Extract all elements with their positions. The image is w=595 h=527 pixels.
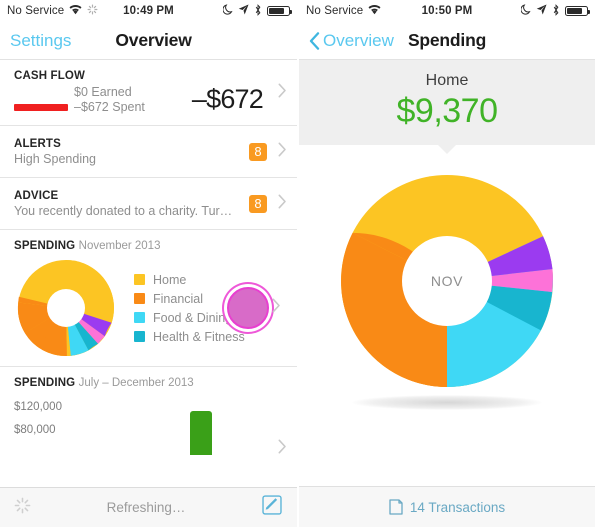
earned-label: $0 Earned [74, 85, 132, 99]
y-tick-120k: $120,000 [14, 401, 62, 413]
cash-flow-earned-line: $0 Earned [14, 85, 192, 100]
battery-icon [565, 6, 590, 16]
legend-swatch-home [134, 274, 145, 285]
overview-screen: No Service 10:49 PM Settings Overview CA… [0, 0, 297, 527]
spending-bars-title: SPENDING [14, 377, 76, 389]
spending-donut-body: Home Financial Food & Dining Health & Fi… [14, 258, 283, 358]
wifi-icon [368, 4, 381, 18]
spending-screen: No Service 10:50 PM Overview Spending Ho… [298, 0, 595, 527]
status-bar-right-group [520, 3, 590, 19]
battery-icon [267, 6, 292, 16]
cash-flow-spent-line: –$672 Spent [14, 100, 192, 115]
moon-icon [222, 4, 233, 18]
spending-pie-area: NOV [299, 145, 595, 445]
selected-category-button[interactable] [227, 287, 269, 329]
chevron-right-icon [272, 298, 281, 318]
wifi-icon [69, 4, 82, 18]
advice-row[interactable]: ADVICE You recently donated to a charity… [0, 178, 297, 230]
earned-bar-slot [14, 89, 68, 96]
advice-title: ADVICE [14, 190, 59, 202]
overview-back-button[interactable]: Overview [309, 31, 394, 51]
cash-flow-total: –$672 [191, 84, 264, 114]
cash-flow-bars: $0 Earned –$672 Spent [14, 85, 192, 115]
screenshot-root: No Service 10:49 PM Settings Overview CA… [0, 0, 595, 527]
alerts-subtitle: High Spending [14, 152, 97, 166]
legend-swatch-health [134, 331, 145, 342]
bluetooth-icon [254, 3, 262, 19]
document-icon [389, 499, 403, 515]
y-tick-80k: $80,000 [14, 424, 56, 436]
bluetooth-icon [552, 3, 560, 19]
spending-donut-period: November 2013 [78, 240, 161, 252]
legend-label-health: Health & Fitness [153, 329, 245, 344]
nav-bar-right: Overview Spending [299, 22, 595, 59]
legend-label-home: Home [153, 272, 187, 287]
chevron-right-icon [278, 194, 287, 214]
chevron-right-icon [278, 142, 287, 162]
summary-amount-label: $9,370 [396, 92, 499, 130]
legend-swatch-food [134, 312, 145, 323]
cash-flow-title: CASH FLOW [14, 70, 85, 82]
cash-flow-body: $0 Earned –$672 Spent –$672 [14, 84, 267, 115]
spending-donut-header: SPENDING November 2013 [14, 240, 283, 252]
overview-list: CASH FLOW $0 Earned –$672 Spent –$672 AL… [0, 60, 297, 459]
refresh-status-label: Refreshing… [106, 500, 186, 515]
settings-back-button[interactable]: Settings [10, 31, 71, 51]
spending-donut-row[interactable]: SPENDING November 2013 Home Financial Fo… [0, 230, 297, 367]
nav-back-label: Overview [323, 30, 394, 50]
compose-icon[interactable] [261, 494, 283, 521]
carrier-label: No Service [306, 5, 364, 17]
bottom-toolbar: Refreshing… [0, 487, 297, 527]
activity-spinner-icon [87, 4, 98, 18]
status-bar-left-group: No Service [7, 4, 98, 18]
chevron-right-icon [278, 439, 287, 459]
chevron-left-icon [309, 31, 320, 50]
loading-spinner-icon [14, 497, 31, 519]
status-bar-right: No Service 10:50 PM [299, 0, 595, 22]
status-bar-left: No Service 10:49 PM [0, 0, 297, 22]
advice-subtitle: You recently donated to a charity. Tur… [14, 204, 233, 218]
location-arrow-icon [536, 4, 547, 18]
carrier-label: No Service [7, 5, 65, 17]
nav-bar-left: Settings Overview [0, 22, 297, 59]
spending-bars-period: July – December 2013 [78, 377, 194, 389]
spending-bars-row[interactable]: SPENDING July – December 2013 $120,000 $… [0, 367, 297, 459]
transactions-button[interactable]: 14 Transactions [299, 486, 595, 527]
spending-pie-chart[interactable]: NOV [341, 175, 553, 388]
alerts-title: ALERTS [14, 138, 61, 150]
spent-bar [14, 103, 68, 111]
alerts-badge: 8 [249, 142, 267, 161]
legend-label-food: Food & Dining [153, 310, 233, 325]
chevron-right-icon [278, 83, 287, 103]
legend-swatch-financial [134, 293, 145, 304]
transactions-label: 14 Transactions [409, 499, 506, 515]
legend-label-financial: Financial [153, 291, 204, 306]
spent-bar-slot [14, 103, 68, 111]
pie-drop-shadow [352, 395, 542, 410]
summary-category-label: Home [425, 72, 469, 89]
legend-item: Home [134, 270, 245, 289]
status-bar-left-group: No Service [306, 4, 381, 18]
legend-item: Health & Fitness [134, 327, 245, 346]
location-arrow-icon [238, 4, 249, 18]
spending-donut-title: SPENDING [14, 240, 76, 252]
category-summary-header: Home $9,370 [299, 60, 595, 154]
status-bar-right-group [222, 3, 292, 19]
spending-bars-chart: $120,000 $80,000 [14, 397, 286, 455]
spending-donut-chart [14, 258, 118, 358]
spent-label: –$672 Spent [74, 100, 145, 114]
cash-flow-row[interactable]: CASH FLOW $0 Earned –$672 Spent –$672 [0, 60, 297, 126]
spending-bars-header: SPENDING July – December 2013 [14, 377, 283, 389]
alerts-row[interactable]: ALERTS High Spending 8 [0, 126, 297, 178]
pie-center-label: NOV [430, 273, 464, 289]
moon-icon [520, 4, 531, 18]
nav-back-label: Settings [10, 30, 72, 50]
advice-badge: 8 [249, 194, 267, 213]
bar-nov [190, 411, 212, 455]
